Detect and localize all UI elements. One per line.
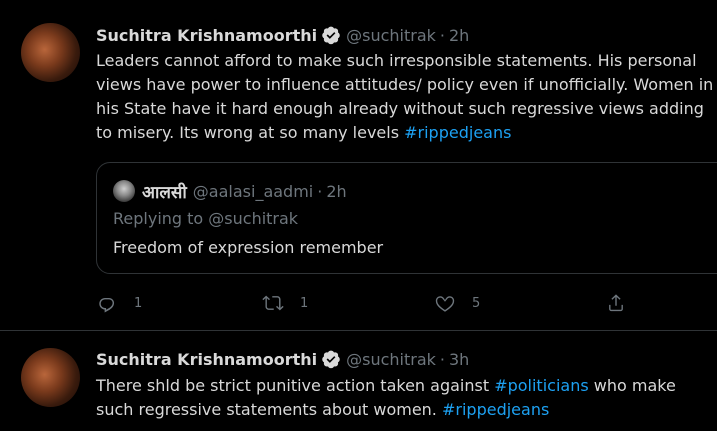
retweet-button[interactable]: 1 xyxy=(262,291,308,315)
quoted-handle[interactable]: @aalasi_aadmi xyxy=(193,182,313,201)
separator-dot: · xyxy=(317,181,323,201)
timestamp[interactable]: 3h xyxy=(449,350,469,369)
tweet-header: Suchitra Krishnamoorthi @suchitrak · 3h xyxy=(96,348,469,370)
avatar[interactable] xyxy=(21,23,80,82)
quoted-text: Freedom of expression remember xyxy=(113,238,384,257)
tweet-header: Suchitra Krishnamoorthi @suchitrak · 2h xyxy=(96,24,469,46)
replying-to: Replying to @suchitrak xyxy=(113,209,299,228)
share-button[interactable] xyxy=(605,291,627,315)
reply-button[interactable]: 1 xyxy=(96,291,142,315)
user-handle[interactable]: @suchitrak xyxy=(346,350,436,369)
reply-count: 1 xyxy=(134,295,143,311)
tweet-text-part: There shld be strict punitive action tak… xyxy=(96,376,495,395)
display-name[interactable]: Suchitra Krishnamoorthi xyxy=(96,26,317,45)
quoted-tweet[interactable]: आलसी @aalasi_aadmi · 2h Replying to @suc… xyxy=(96,162,717,274)
like-count: 5 xyxy=(472,295,481,311)
reply-icon xyxy=(99,297,115,313)
display-name[interactable]: Suchitra Krishnamoorthi xyxy=(96,350,317,369)
quoted-avatar[interactable] xyxy=(113,180,135,202)
tweet[interactable]: Suchitra Krishnamoorthi @suchitrak · 3h … xyxy=(0,331,717,431)
separator-dot: · xyxy=(439,25,445,45)
tweet-actions: 1 1 5 xyxy=(96,291,636,315)
retweet-icon xyxy=(262,295,284,311)
user-handle[interactable]: @suchitrak xyxy=(346,26,436,45)
tweet-text: There shld be strict punitive action tak… xyxy=(96,374,714,422)
avatar[interactable] xyxy=(21,348,80,407)
retweet-count: 1 xyxy=(300,295,309,311)
like-icon xyxy=(435,296,455,312)
verified-badge-icon xyxy=(322,26,340,45)
hashtag-link[interactable]: #politicians xyxy=(494,376,588,395)
quoted-display-name[interactable]: आलसी xyxy=(142,180,187,203)
separator-dot: · xyxy=(439,349,445,369)
share-icon xyxy=(609,294,623,312)
hashtag-link[interactable]: #rippedjeans xyxy=(442,400,549,419)
tweet-text: Leaders cannot afford to make such irres… xyxy=(96,49,714,145)
quoted-timestamp[interactable]: 2h xyxy=(326,182,346,201)
verified-badge-icon xyxy=(322,350,340,369)
tweet[interactable]: Suchitra Krishnamoorthi @suchitrak · 2h … xyxy=(0,0,717,331)
hashtag-link[interactable]: #rippedjeans xyxy=(404,123,511,142)
timestamp[interactable]: 2h xyxy=(449,26,469,45)
quoted-header: आलसी @aalasi_aadmi · 2h xyxy=(142,180,347,203)
like-button[interactable]: 5 xyxy=(434,291,480,315)
